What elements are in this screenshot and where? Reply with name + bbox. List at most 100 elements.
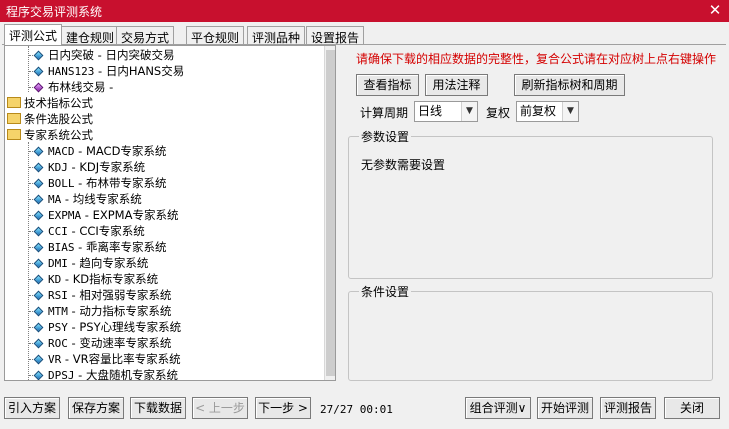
tab-open-rules[interactable]: 建仓规则 [61,26,120,45]
tree-item-label: - 趋向专家系统 [67,256,149,270]
tree-item[interactable]: 日内突破 - 日内突破交易 [29,47,174,63]
start-test-button[interactable]: 开始评测 [537,397,593,419]
tree-item[interactable]: CCI - CCI专家系统 [29,223,145,239]
formula-icon [33,290,44,301]
tree-item-code: VR [48,353,62,366]
close-icon[interactable]: ✕ [707,1,723,19]
formula-icon [33,306,44,317]
formula-tree[interactable]: 日内突破 - 日内突破交易 HANS123 - 日内HANS交易 布林线交易 - 技术… [4,45,336,381]
tree-item-label: - KD指标专家系统 [61,272,159,286]
tree-item-label: - EXPMA专家系统 [81,208,179,222]
close-button[interactable]: 关闭 [664,397,720,419]
adjust-label: 复权 [486,106,511,120]
tree-item[interactable]: HANS123 - 日内HANS交易 [29,63,184,79]
formula-icon [33,50,44,61]
period-select[interactable]: 日线 ▼ [414,101,478,122]
formula-icon [33,210,44,221]
prev-step-button[interactable]: < 上一步 [192,397,248,419]
tree-item-label: - 布林带专家系统 [74,176,167,190]
tab-close-rules[interactable]: 平仓规则 [186,26,245,45]
combo-test-button[interactable]: 组合评测∨ [465,397,531,419]
tree-item-code: RSI [48,289,68,302]
tree-item-code: CCI [48,225,68,238]
formula-icon [33,370,44,380]
formula-icon [33,226,44,237]
tree-item[interactable]: DMI - 趋向专家系统 [29,255,148,271]
tree-item[interactable]: MACD - MACD专家系统 [29,143,166,159]
window-title: 程序交易评测系统 [6,5,103,19]
next-step-button[interactable]: 下一步 > [255,397,311,419]
tree-item-label: - 日内HANS交易 [94,64,185,78]
view-indicator-button[interactable]: 查看指标 [356,74,419,96]
tree-item-code: ROC [48,337,68,350]
tree-item[interactable]: EXPMA - EXPMA专家系统 [29,207,178,223]
tree-item-label: 日内突破 - 日内突破交易 [48,48,175,62]
conditions-group-title: 条件设置 [359,283,412,300]
save-plan-button[interactable]: 保存方案 [68,397,124,419]
tree-item-label: - MACD专家系统 [74,144,167,158]
tree-item[interactable]: RSI - 相对强弱专家系统 [29,287,171,303]
formula-icon [33,82,44,93]
tree-folder[interactable]: 专家系统公式 [7,127,93,143]
formula-icon [33,258,44,269]
tree-item-label: 布林线交易 - [48,80,114,94]
folder-icon [7,113,21,124]
usage-note-button[interactable]: 用法注释 [425,74,488,96]
tree-item[interactable]: BOLL - 布林带专家系统 [29,175,166,191]
formula-icon [33,146,44,157]
formula-icon [33,194,44,205]
tree-item-label: - KDJ专家系统 [67,160,146,174]
tab-trade-mode[interactable]: 交易方式 [116,26,175,45]
tree-item-code: MACD [48,145,75,158]
tree-item[interactable]: VR - VR容量比率专家系统 [29,351,181,367]
formula-icon [33,338,44,349]
tree-item[interactable]: KD - KD指标专家系统 [29,271,158,287]
tree-item-label: - CCI专家系统 [67,224,145,238]
conditions-group: 条件设置 [348,283,713,381]
tree-item-label: - 变动速率专家系统 [67,336,172,350]
tree-item[interactable]: 布林线交易 - [29,79,113,95]
tree-scrollbar[interactable] [324,46,335,380]
tree-item[interactable]: DPSJ - 大盘随机专家系统 [29,367,178,381]
title-bar: 程序交易评测系统 ✕ [0,0,729,22]
tree-item[interactable]: PSY - PSY心理线专家系统 [29,319,181,335]
tab-report-settings[interactable]: 设置报告 [306,26,365,45]
tree-item[interactable]: MA - 均线专家系统 [29,191,142,207]
status-text: 27/27 00:01 [320,403,393,416]
scrollbar-thumb[interactable] [326,50,335,376]
period-value: 日线 [418,104,443,118]
tree-folder[interactable]: 条件选股公式 [7,111,93,127]
tree-item-label: - 大盘随机专家系统 [74,368,178,381]
params-group-title: 参数设置 [359,128,412,145]
tree-folder[interactable]: 技术指标公式 [7,95,93,111]
tree-item-code: BIAS [48,241,75,254]
download-data-button[interactable]: 下载数据 [130,397,186,419]
tab-test-instruments[interactable]: 评测品种 [247,26,306,45]
tree-item[interactable]: MTM - 动力指标专家系统 [29,303,171,319]
params-content: 无参数需要设置 [361,158,446,172]
tree-item-code: HANS123 [48,65,95,78]
formula-icon [33,322,44,333]
tree-item-code: MTM [48,305,68,318]
tree-folder-label: 条件选股公式 [24,112,93,126]
chevron-down-icon[interactable]: ▼ [562,102,578,121]
folder-icon [7,97,21,108]
tree-item-label: - 乖离率专家系统 [74,240,167,254]
period-label: 计算周期 [360,106,409,120]
import-plan-button[interactable]: 引入方案 [4,397,60,419]
tree-item-code: KDJ [48,161,68,174]
data-integrity-notice: 请确保下载的相应数据的完整性，复合公式请在对应树上点右键操作 [356,52,717,66]
chevron-down-icon[interactable]: ▼ [461,102,477,121]
adjust-value: 前复权 [520,104,557,118]
tree-item[interactable]: ROC - 变动速率专家系统 [29,335,171,351]
formula-icon [33,274,44,285]
tree-item[interactable]: KDJ - KDJ专家系统 [29,159,145,175]
test-report-button[interactable]: 评测报告 [600,397,656,419]
tree-item-label: - 均线专家系统 [61,192,142,206]
tree-item[interactable]: BIAS - 乖离率专家系统 [29,239,166,255]
tree-folder-label: 专家系统公式 [24,128,93,142]
refresh-tree-button[interactable]: 刷新指标树和周期 [514,74,625,96]
adjust-select[interactable]: 前复权 ▼ [516,101,579,122]
formula-icon [33,242,44,253]
tab-formula[interactable]: 评测公式 [4,24,63,45]
